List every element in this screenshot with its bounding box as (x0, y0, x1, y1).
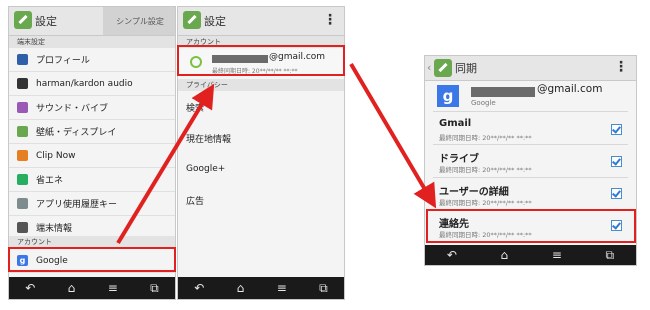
settings-item-wallpaper[interactable]: 壁紙・ディスプレイ (9, 120, 175, 144)
sound-icon (17, 102, 28, 113)
section-device-settings: 端末設定 (9, 36, 175, 48)
sync-item-drive[interactable]: ドライブ 最終同期日時: 20**/**/** **:** (425, 145, 636, 177)
settings-item-label: プロフィール (36, 56, 90, 66)
masked-email (471, 87, 535, 97)
back-icon[interactable]: ↶ (194, 282, 204, 294)
page-title: 設定 (204, 15, 226, 28)
settings-item-app-history[interactable]: アプリ使用履歴キー (9, 192, 175, 216)
wrench-icon (14, 11, 32, 29)
privacy-item-label: 広告 (186, 196, 205, 207)
settings-item-label: Clip Now (36, 150, 76, 161)
section-privacy: プライバシー (178, 79, 344, 91)
tab-simple-settings[interactable]: シンプル設定 (103, 7, 175, 35)
privacy-item-location[interactable]: 現在地情報 (178, 123, 344, 153)
audio-icon (17, 78, 28, 89)
sync-item-time: 最終同期日時: 20**/**/** **:** (439, 166, 532, 174)
home-icon[interactable]: ⌂ (68, 282, 76, 294)
nav-bar: ↶ ⌂ ≡ ⧉ (9, 277, 175, 299)
privacy-item-label: Google+ (186, 164, 226, 174)
back-caret-icon[interactable]: ‹ (427, 61, 431, 74)
sync-item-user-details[interactable]: ユーザーの詳細 最終同期日時: 20**/**/** **:** (425, 178, 636, 210)
header-bar: ‹ 同期 ⋮ (425, 56, 636, 81)
profile-icon (17, 54, 28, 65)
page-title: 設定 (35, 15, 57, 28)
provider-label: Google (471, 99, 496, 107)
settings-item-audio[interactable]: harman/kardon audio (9, 72, 175, 96)
sync-item-time: 最終同期日時: 20**/**/** **:** (439, 134, 532, 142)
sync-checkbox[interactable] (611, 124, 622, 135)
google-icon: g (437, 85, 459, 107)
arrow-to-sync (349, 62, 437, 209)
privacy-item-label: 現在地情報 (186, 134, 232, 145)
settings-item-clip-now[interactable]: Clip Now (9, 144, 175, 168)
email-suffix: @gmail.com (537, 83, 603, 95)
menu-icon[interactable]: ≡ (277, 282, 287, 294)
info-icon (17, 222, 28, 233)
sync-item-name: ユーザーの詳細 (439, 187, 509, 198)
settings-item-label: アプリ使用履歴キー (36, 200, 118, 210)
settings-item-label: 端末情報 (36, 224, 73, 234)
settings-item-label: 省エネ (36, 176, 64, 186)
back-icon[interactable]: ↶ (447, 249, 457, 261)
highlight-google (8, 247, 176, 272)
wrench-icon (434, 59, 452, 77)
page-title: 同期 (455, 62, 477, 75)
settings-item-profile[interactable]: プロフィール (9, 48, 175, 72)
sync-item-name: Gmail (439, 118, 472, 129)
nav-bar: ↶ ⌂ ≡ ⧉ (178, 277, 344, 299)
recent-apps-icon[interactable]: ⧉ (319, 282, 328, 294)
sync-item-name: ドライブ (439, 154, 479, 165)
menu-icon[interactable]: ≡ (108, 282, 118, 294)
wrench-icon (183, 11, 201, 29)
sync-checkbox[interactable] (611, 156, 622, 167)
clip-icon (17, 150, 28, 161)
back-icon[interactable]: ↶ (25, 282, 35, 294)
privacy-item-ads[interactable]: 広告 (178, 185, 344, 215)
recent-apps-icon[interactable]: ⧉ (606, 249, 615, 261)
home-icon[interactable]: ⌂ (501, 249, 509, 261)
wallpaper-icon (17, 126, 28, 137)
settings-item-eco[interactable]: 省エネ (9, 168, 175, 192)
menu-icon[interactable]: ≡ (552, 249, 562, 261)
home-icon[interactable]: ⌂ (237, 282, 245, 294)
highlight-account (177, 45, 345, 76)
settings-item-sound[interactable]: サウンド・バイブ (9, 96, 175, 120)
settings-item-label: harman/kardon audio (36, 78, 133, 89)
header-bar: 設定 シンプル設定 (9, 7, 175, 36)
settings-item-label: サウンド・バイブ (36, 104, 109, 114)
history-icon (17, 198, 28, 209)
settings-item-label: 壁紙・ディスプレイ (36, 128, 117, 138)
privacy-item-search[interactable]: 検索 (178, 92, 344, 122)
privacy-item-google-plus[interactable]: Google+ (178, 154, 344, 184)
battery-icon (17, 174, 28, 185)
nav-bar: ↶ ⌂ ≡ ⧉ (425, 245, 636, 265)
sync-checkbox[interactable] (611, 188, 622, 199)
header-bar: 設定 ⋮ (178, 7, 344, 36)
sync-item-time: 最終同期日時: 20**/**/** **:** (439, 199, 532, 207)
account-header: g @gmail.com Google (425, 81, 636, 111)
overflow-menu-icon[interactable]: ⋮ (323, 13, 337, 27)
recent-apps-icon[interactable]: ⧉ (150, 282, 159, 294)
sync-item-gmail[interactable]: Gmail 最終同期日時: 20**/**/** **:** (425, 112, 636, 144)
privacy-item-label: 検索 (186, 103, 205, 114)
highlight-contacts (426, 209, 636, 243)
overflow-menu-icon[interactable]: ⋮ (614, 60, 628, 74)
